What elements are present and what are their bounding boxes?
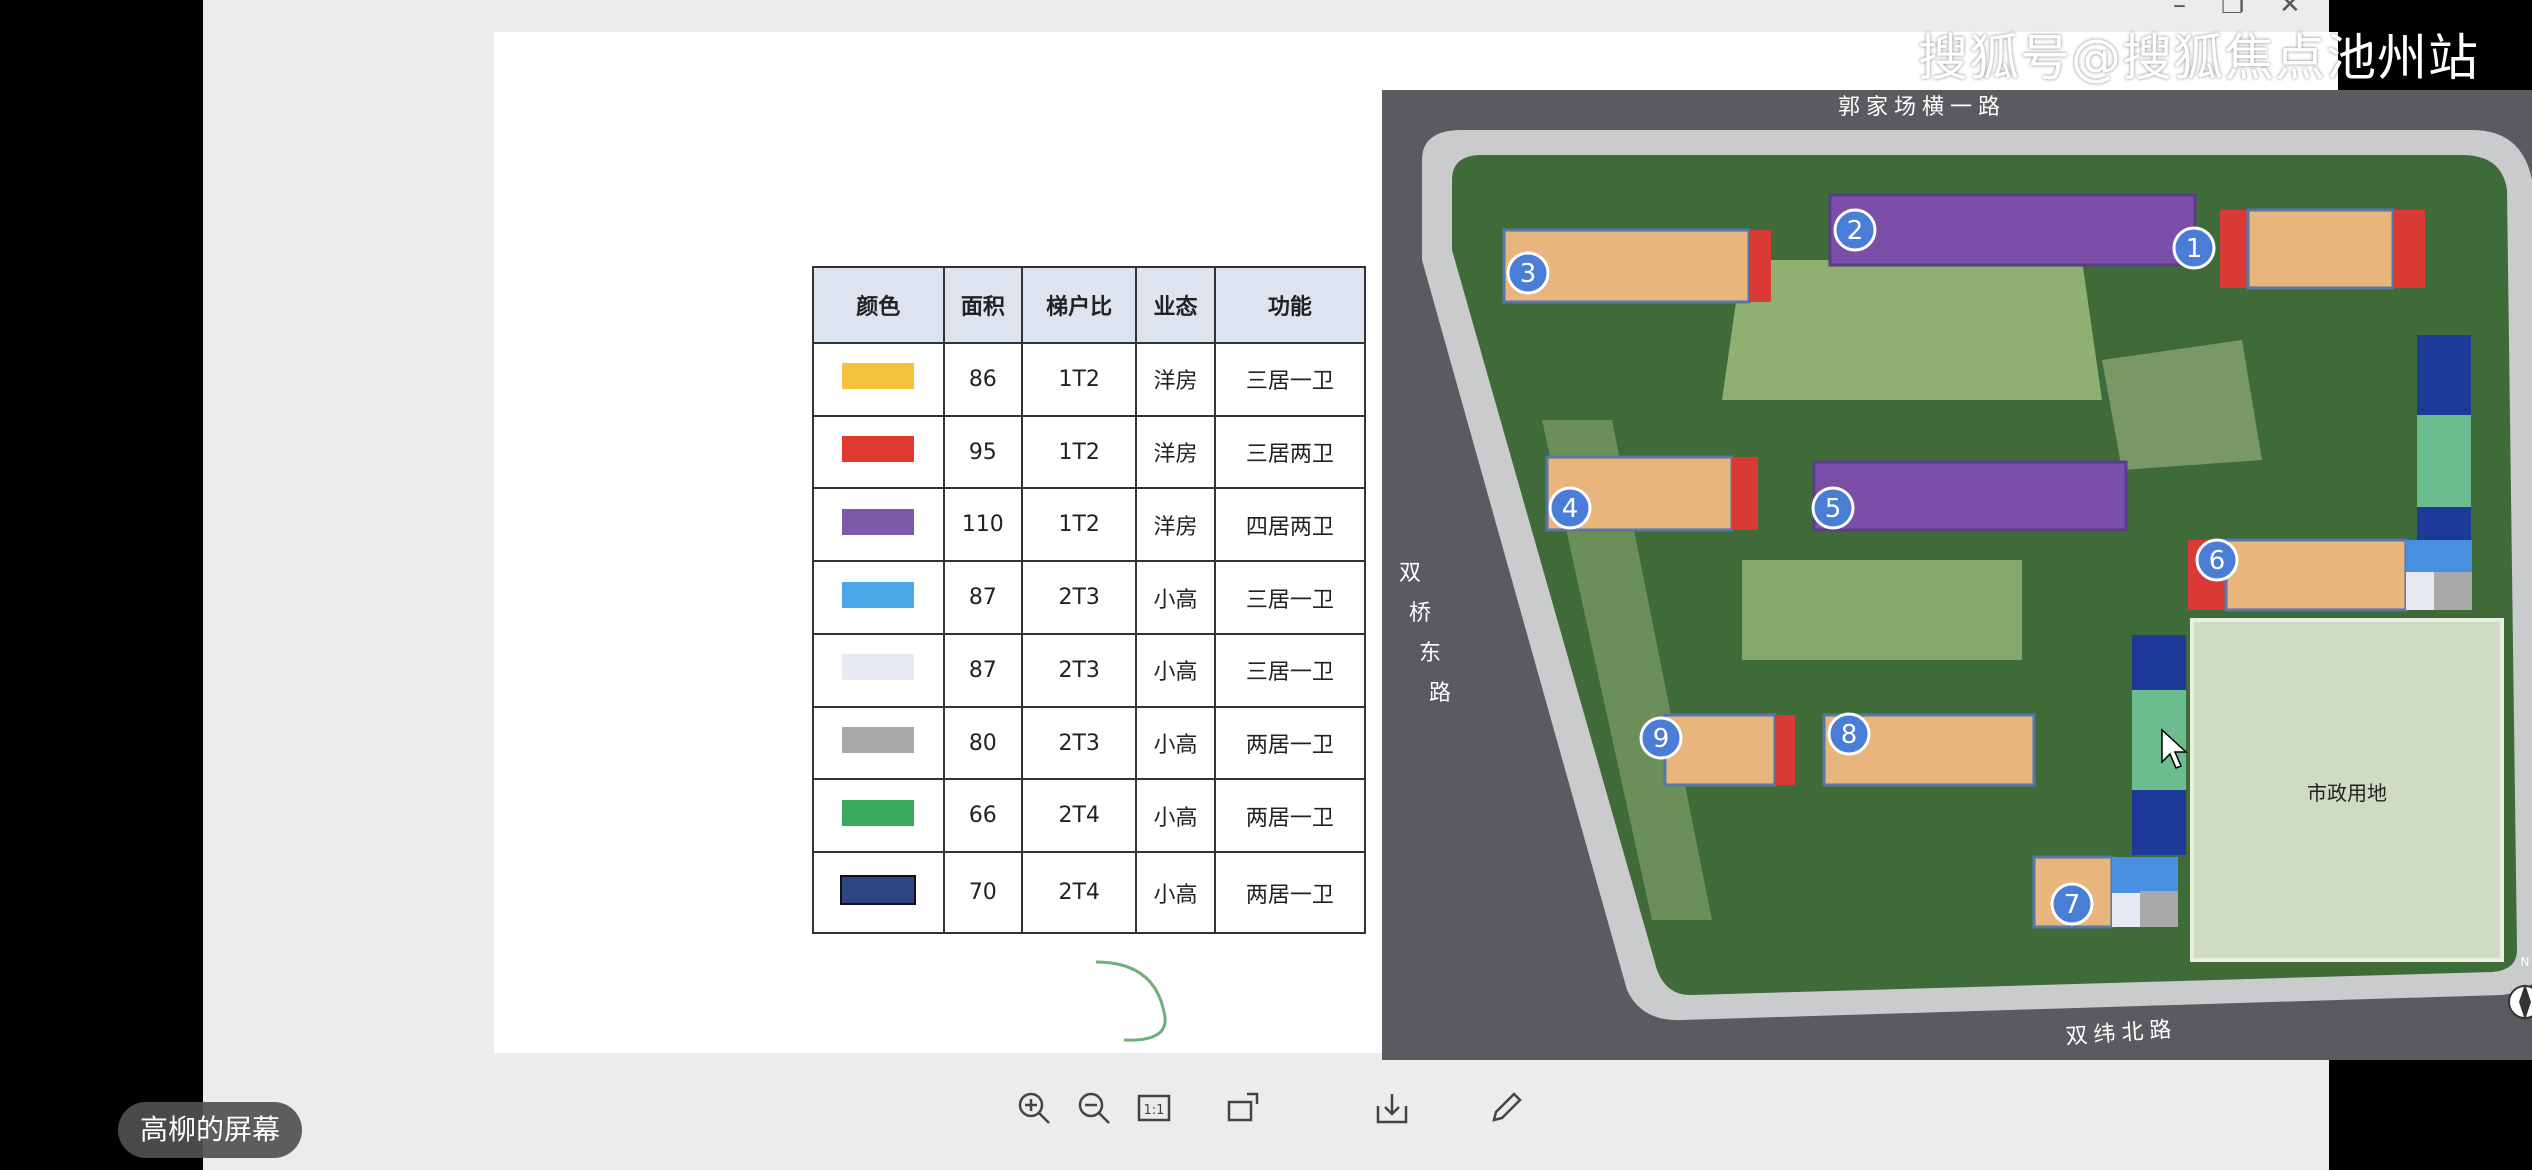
legend-area-cell: 66 <box>942 778 1024 854</box>
color-swatch <box>842 654 915 681</box>
document-viewer: – ❐ ✕ 颜色 面积 梯户比 业态 功能 86 1T2 洋房 三居一卫 95 1T2 洋房… <box>203 0 2532 1170</box>
legend-function-cell: 四居两卫 <box>1213 487 1367 563</box>
legend-ratio-cell: 1T2 <box>1021 487 1138 563</box>
color-swatch <box>842 581 915 608</box>
legend-type-cell: 洋房 <box>1135 414 1216 490</box>
legend-color-cell <box>812 851 945 934</box>
legend-row: 87 2T3 小高 三居一卫 <box>812 560 1367 635</box>
road-label-left-2: 桥 <box>1409 601 1431 626</box>
legend-ratio-cell: 2T3 <box>1021 705 1138 781</box>
legend-ratio-cell: 1T2 <box>1021 342 1138 417</box>
close-icon[interactable]: ✕ <box>2279 0 2301 20</box>
legend-table: 颜色 面积 梯户比 业态 功能 86 1T2 洋房 三居一卫 95 1T2 洋房 三居两卫 11… <box>812 266 1367 934</box>
screen-share-badge: 高柳的屏幕 <box>118 1102 303 1158</box>
legend-function-cell: 两居一卫 <box>1213 851 1367 934</box>
document-page: 颜色 面积 梯户比 业态 功能 86 1T2 洋房 三居一卫 95 1T2 洋房 三居两卫 11… <box>494 32 2532 1060</box>
legend-ratio-cell: 1T2 <box>1021 414 1138 490</box>
legend-color-cell <box>812 414 945 490</box>
north-label: N <box>2521 955 2530 969</box>
edit-icon[interactable] <box>1488 1090 1524 1126</box>
legend-area-cell: 110 <box>942 487 1024 563</box>
legend-color-cell <box>812 778 945 854</box>
legend-color-cell <box>812 560 945 635</box>
pen-annotation <box>1095 960 1167 1042</box>
building-6-label: 6 <box>2209 546 2226 576</box>
road-label-left-3: 东 <box>1419 641 1441 666</box>
building-5-label: 5 <box>1825 494 1842 524</box>
legend-row: 86 1T2 洋房 三居一卫 <box>812 342 1367 417</box>
header-area: 面积 <box>942 266 1024 344</box>
legend-type-cell: 小高 <box>1135 632 1216 708</box>
building-3-label: 3 <box>1520 259 1537 289</box>
color-swatch <box>842 363 915 390</box>
site-plan-map: 市政用地 1 2 3 4 5 6 7 8 9 郭家场横一路 双纬北路 双 桥 东… <box>1382 90 2532 1060</box>
legend-header-row: 颜色 面积 梯户比 业态 功能 <box>812 266 1367 344</box>
rotate-icon[interactable] <box>1225 1090 1261 1126</box>
header-color: 颜色 <box>812 266 945 344</box>
legend-color-cell <box>812 342 945 417</box>
zoom-in-icon[interactable] <box>1016 1090 1052 1126</box>
legend-area-cell: 87 <box>942 632 1024 708</box>
legend-ratio-cell: 2T4 <box>1021 851 1138 934</box>
building-8-label: 8 <box>1841 720 1858 750</box>
zoom-out-icon[interactable] <box>1076 1090 1112 1126</box>
legend-row: 66 2T4 小高 两居一卫 <box>812 778 1367 854</box>
legend-color-cell <box>812 705 945 781</box>
legend-ratio-cell: 2T3 <box>1021 632 1138 708</box>
road-label-left-4: 路 <box>1429 681 1451 706</box>
color-swatch <box>840 874 917 905</box>
legend-row: 95 1T2 洋房 三居两卫 <box>812 414 1367 490</box>
legend-ratio-cell: 2T4 <box>1021 778 1138 854</box>
legend-row: 110 1T2 洋房 四居两卫 <box>812 487 1367 563</box>
header-function: 功能 <box>1213 266 1367 344</box>
legend-type-cell: 小高 <box>1135 851 1216 934</box>
legend-function-cell: 三居一卫 <box>1213 632 1367 708</box>
building-9-label: 9 <box>1653 724 1670 754</box>
legend-area-cell: 80 <box>942 705 1024 781</box>
legend-area-cell: 70 <box>942 851 1024 934</box>
download-icon[interactable] <box>1374 1090 1410 1126</box>
legend-area-cell: 86 <box>942 342 1024 417</box>
road-label-left-1: 双 <box>1399 561 1421 586</box>
road-label-top: 郭家场横一路 <box>1838 95 2006 120</box>
building-4-label: 4 <box>1562 494 1579 524</box>
minimize-icon[interactable]: – <box>2173 0 2186 20</box>
municipal-land-label: 市政用地 <box>2307 781 2387 805</box>
watermark: 搜狐号@搜狐焦点池州站 <box>1918 29 2479 87</box>
color-swatch <box>842 508 915 535</box>
legend-function-cell: 两居一卫 <box>1213 705 1367 781</box>
legend-type-cell: 洋房 <box>1135 342 1216 417</box>
legend-function-cell: 三居一卫 <box>1213 560 1367 635</box>
legend-type-cell: 小高 <box>1135 560 1216 635</box>
header-type: 业态 <box>1135 266 1216 344</box>
legend-row: 70 2T4 小高 两居一卫 <box>812 851 1367 934</box>
restore-icon[interactable]: ❐ <box>2221 0 2244 20</box>
color-swatch <box>842 727 915 754</box>
legend-color-cell <box>812 632 945 708</box>
legend-row: 80 2T3 小高 两居一卫 <box>812 705 1367 781</box>
legend-color-cell <box>812 487 945 563</box>
color-swatch <box>842 799 915 826</box>
legend-type-cell: 小高 <box>1135 705 1216 781</box>
legend-function-cell: 两居一卫 <box>1213 778 1367 854</box>
color-swatch <box>842 436 915 463</box>
header-ratio: 梯户比 <box>1021 266 1138 344</box>
fit-page-icon[interactable]: 1:1 <box>1136 1090 1172 1126</box>
legend-type-cell: 小高 <box>1135 778 1216 854</box>
legend-ratio-cell: 2T3 <box>1021 560 1138 635</box>
building-7-label: 7 <box>2064 890 2081 920</box>
legend-row: 87 2T3 小高 三居一卫 <box>812 632 1367 708</box>
legend-area-cell: 95 <box>942 414 1024 490</box>
legend-function-cell: 三居一卫 <box>1213 342 1367 417</box>
legend-area-cell: 87 <box>942 560 1024 635</box>
fit-page-label: 1:1 <box>1144 1103 1165 1118</box>
building-2-label: 2 <box>1847 216 1864 246</box>
building-1-label: 1 <box>2186 234 2203 264</box>
legend-type-cell: 洋房 <box>1135 487 1216 563</box>
legend-function-cell: 三居两卫 <box>1213 414 1367 490</box>
